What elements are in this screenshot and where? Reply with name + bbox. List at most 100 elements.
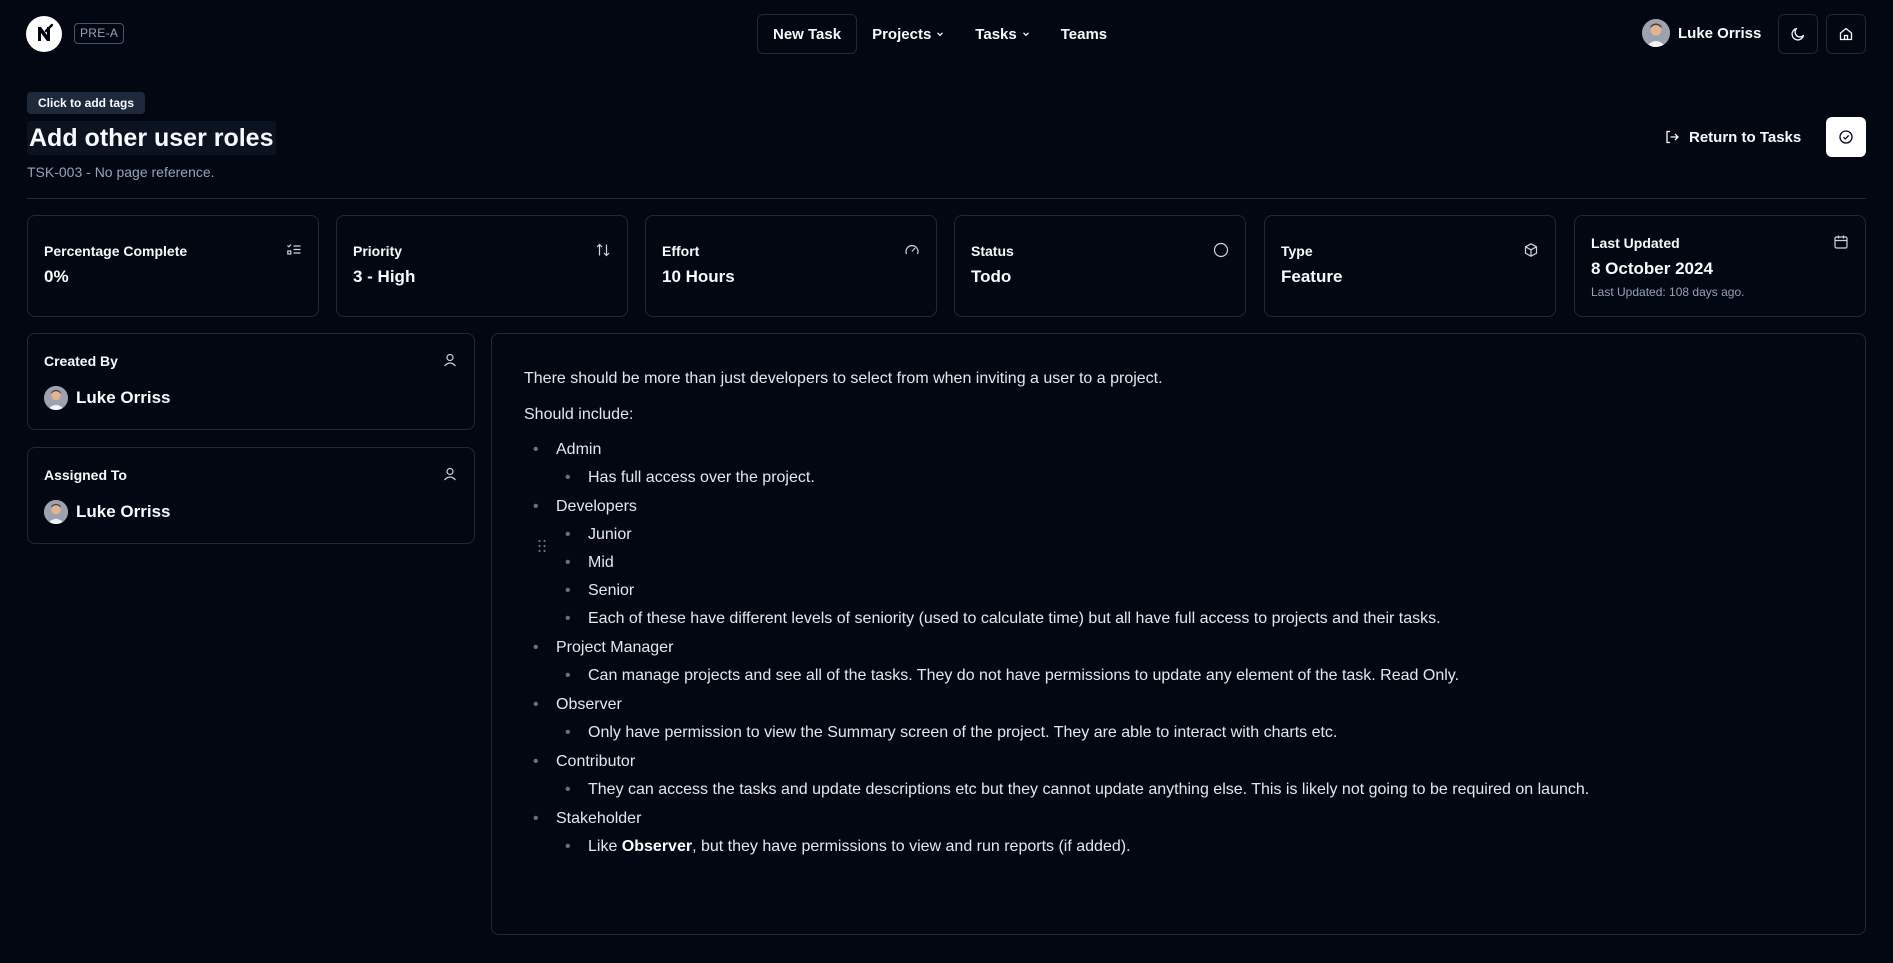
- user-menu[interactable]: Luke Orriss: [1642, 19, 1761, 47]
- role-item: Stakeholder Like Observer, but they have…: [524, 809, 1824, 857]
- assigned-to-card: Assigned To Luke Orriss: [27, 447, 475, 544]
- role-detail: Has full access over the project.: [556, 468, 1824, 488]
- moon-icon: [1790, 26, 1806, 42]
- stat-value: 8 October 2024: [1591, 259, 1713, 278]
- role-details: Has full access over the project.: [556, 468, 1824, 488]
- assigned-to-label: Assigned To: [44, 467, 127, 483]
- nav-tasks[interactable]: Tasks: [960, 14, 1045, 54]
- assigned-to-user[interactable]: Luke Orriss: [44, 500, 171, 524]
- stat-card-last-updated: Last Updated 8 October 2024 Last Updated…: [1574, 215, 1866, 317]
- stat-value: 0%: [44, 267, 69, 286]
- role-item: Project Manager Can manage projects and …: [524, 638, 1824, 686]
- stat-label: Percentage Complete: [44, 243, 188, 259]
- role-detail: Mid: [556, 553, 1824, 573]
- role-detail: Each of these have different levels of s…: [556, 609, 1824, 629]
- role-item: Contributor They can access the tasks an…: [524, 752, 1824, 800]
- role-details: Can manage projects and see all of the t…: [556, 666, 1824, 686]
- main-nav: New Task Projects Tasks Teams: [757, 14, 1122, 54]
- role-detail-suffix: , but they have permissions to view and …: [692, 838, 1131, 855]
- stat-label: Last Updated: [1591, 235, 1680, 251]
- description-content[interactable]: There should be more than just developer…: [524, 369, 1824, 866]
- role-name: Stakeholder: [556, 810, 642, 827]
- stat-value: Todo: [971, 267, 1012, 286]
- role-detail: Can manage projects and see all of the t…: [556, 666, 1824, 686]
- package-icon: [1523, 242, 1539, 258]
- mark-complete-button[interactable]: [1826, 117, 1866, 157]
- new-task-button[interactable]: New Task: [757, 14, 858, 54]
- nav-teams[interactable]: Teams: [1046, 14, 1122, 54]
- org-badge[interactable]: PRE-A: [74, 23, 125, 44]
- role-detail: Junior: [556, 525, 1824, 545]
- role-item: Admin Has full access over the project.: [524, 440, 1824, 488]
- return-to-tasks-label: Return to Tasks: [1689, 128, 1802, 146]
- role-detail: Like Observer, but they have permissions…: [556, 837, 1824, 857]
- role-name: Contributor: [556, 753, 636, 770]
- list-check-icon: [286, 242, 302, 258]
- role-details: Like Observer, but they have permissions…: [556, 837, 1824, 857]
- role-detail: They can access the tasks and update des…: [556, 780, 1824, 800]
- nav-tasks-label: Tasks: [975, 25, 1017, 43]
- avatar: [44, 500, 68, 524]
- stat-value: 10 Hours: [662, 267, 735, 286]
- stat-label: Type: [1281, 243, 1313, 259]
- stat-label: Priority: [353, 243, 403, 259]
- nav-projects-label: Projects: [872, 25, 932, 43]
- created-by-user[interactable]: Luke Orriss: [44, 386, 171, 410]
- home-icon: [1838, 26, 1854, 42]
- stat-card-priority: Priority 3 - High: [336, 215, 628, 317]
- stat-value: 3 - High: [353, 267, 416, 286]
- stat-card-effort: Effort 10 Hours: [645, 215, 937, 317]
- created-by-name: Luke Orriss: [76, 388, 171, 407]
- description-intro: There should be more than just developer…: [524, 370, 1163, 387]
- calendar-icon: [1833, 234, 1849, 250]
- role-detail-prefix: Like: [588, 838, 622, 855]
- user-icon: [442, 466, 458, 482]
- task-title[interactable]: Add other user roles: [27, 121, 276, 155]
- role-item: Observer Only have permission to view th…: [524, 695, 1824, 743]
- nav-projects[interactable]: Projects: [857, 14, 960, 54]
- role-detail-bold: Observer: [621, 838, 693, 855]
- check-circle-icon: [1838, 129, 1854, 145]
- user-icon: [442, 352, 458, 368]
- theme-toggle-button[interactable]: [1778, 14, 1818, 54]
- stat-card-percentage: Percentage Complete 0%: [27, 215, 319, 317]
- description-editor[interactable]: There should be more than just developer…: [491, 333, 1866, 935]
- role-detail: Only have permission to view the Summary…: [556, 723, 1824, 743]
- role-details: Only have permission to view the Summary…: [556, 723, 1824, 743]
- assigned-to-name: Luke Orriss: [76, 502, 171, 521]
- role-name: Project Manager: [556, 639, 674, 656]
- top-navigation-bar: PRE-A New Task Projects Tasks Teams Luke…: [0, 0, 1893, 68]
- description-should-include: Should include:: [524, 406, 634, 423]
- avatar: [1642, 19, 1670, 47]
- created-by-label: Created By: [44, 353, 118, 369]
- header-divider: [27, 198, 1866, 199]
- gauge-icon: [904, 242, 920, 258]
- chevron-down-icon: [935, 29, 945, 39]
- stat-label: Effort: [662, 243, 700, 259]
- stat-card-status: Status Todo: [954, 215, 1246, 317]
- add-tags-button[interactable]: Click to add tags: [27, 92, 146, 114]
- exit-icon: [1664, 129, 1680, 145]
- role-name: Admin: [556, 441, 602, 458]
- task-subtitle: TSK-003 - No page reference.: [27, 164, 215, 180]
- avatar: [44, 386, 68, 410]
- stat-value: Feature: [1281, 267, 1343, 286]
- user-name: Luke Orriss: [1678, 24, 1762, 42]
- home-button[interactable]: [1826, 14, 1866, 54]
- role-item: Developers Junior Mid Senior Each of the…: [524, 497, 1824, 629]
- stat-label: Status: [971, 243, 1014, 259]
- sort-arrows-icon: [595, 242, 611, 258]
- circle-icon: [1213, 242, 1229, 258]
- return-to-tasks-button[interactable]: Return to Tasks: [1664, 124, 1801, 150]
- last-updated-note: Last Updated: 108 days ago.: [1591, 285, 1745, 299]
- roles-list: Admin Has full access over the project. …: [524, 440, 1824, 857]
- role-detail: Senior: [556, 581, 1824, 601]
- created-by-card: Created By Luke Orriss: [27, 333, 475, 430]
- role-details: Junior Mid Senior Each of these have dif…: [556, 525, 1824, 629]
- stat-card-type: Type Feature: [1264, 215, 1556, 317]
- logo-icon[interactable]: [26, 16, 62, 52]
- chevron-down-icon: [1021, 29, 1031, 39]
- role-details: They can access the tasks and update des…: [556, 780, 1824, 800]
- role-name: Observer: [556, 696, 622, 713]
- role-name: Developers: [556, 498, 637, 515]
